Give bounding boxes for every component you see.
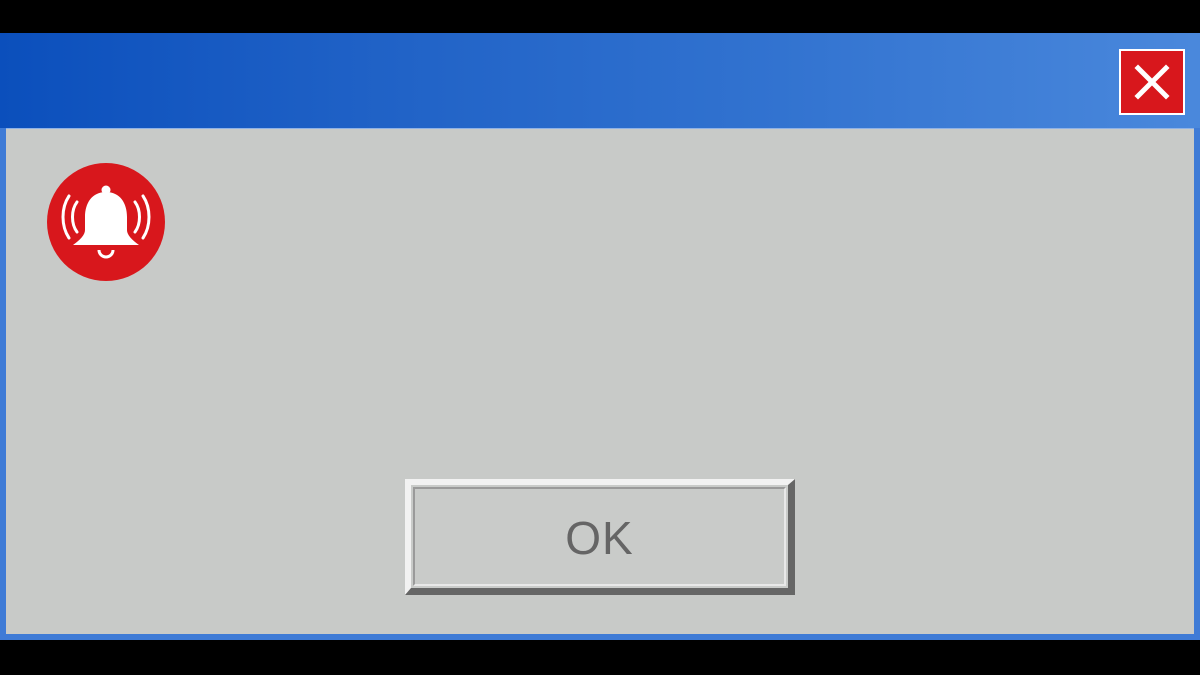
- title-bar[interactable]: [0, 33, 1200, 128]
- alarm-bell-icon: [47, 162, 165, 282]
- ok-button-label: OK: [565, 512, 634, 564]
- screen: OK: [0, 0, 1200, 675]
- ok-button[interactable]: OK: [405, 479, 795, 595]
- close-button[interactable]: [1119, 49, 1185, 115]
- dialog-body: OK: [6, 128, 1194, 634]
- alert-dialog-window: OK: [0, 33, 1200, 640]
- dialog-message: [196, 189, 1156, 249]
- close-icon: [1134, 64, 1170, 100]
